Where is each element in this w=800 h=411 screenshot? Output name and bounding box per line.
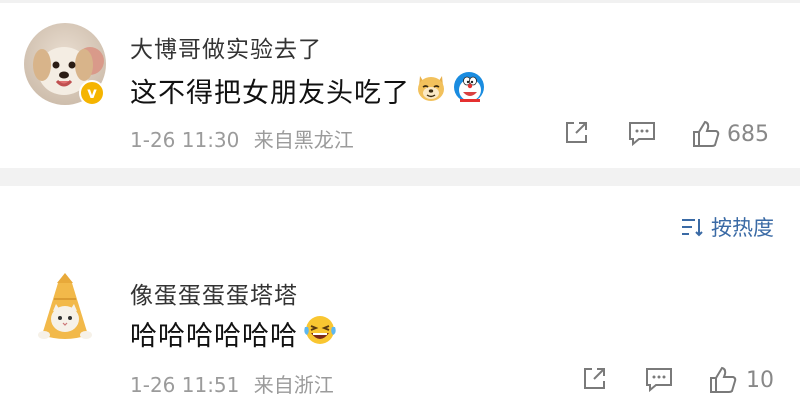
avatar[interactable] — [24, 269, 106, 351]
section-divider — [0, 168, 800, 186]
username[interactable]: 像蛋蛋蛋蛋塔塔 — [130, 276, 298, 310]
doge-emoji-icon — [414, 70, 448, 111]
comment-meta: 1-26 11:30 来自黑龙江 — [130, 124, 354, 153]
comment-item: v 大博哥做实验去了 这不得把女朋友头吃了 1-26 11:30 来自黑龙江 6… — [0, 0, 800, 168]
like-count: 685 — [727, 121, 769, 147]
comment-button[interactable] — [644, 365, 674, 393]
comment-icon — [629, 122, 655, 147]
share-icon — [566, 122, 587, 143]
share-button[interactable] — [562, 119, 590, 147]
thumbs-up-icon — [710, 366, 737, 393]
like-count: 10 — [746, 367, 774, 393]
share-button[interactable] — [580, 365, 608, 393]
comment-text-row: 这不得把女朋友头吃了 — [130, 70, 486, 111]
comment-text-row: 哈哈哈哈哈哈 — [130, 313, 338, 354]
sort-icon — [682, 219, 703, 237]
verified-badge: v — [79, 80, 105, 106]
like-button[interactable]: 685 — [691, 119, 769, 149]
like-button[interactable]: 10 — [708, 365, 774, 395]
comment-button[interactable] — [627, 119, 657, 147]
laugh-tears-emoji-icon — [302, 313, 338, 354]
comment-text: 哈哈哈哈哈哈 — [130, 321, 298, 352]
comment-item: 像蛋蛋蛋蛋塔塔 哈哈哈哈哈哈 1-26 11:51 来自浙江 10 — [0, 255, 800, 411]
comment-location: 来自黑龙江 — [253, 128, 354, 152]
comment-time: 1-26 11:30 — [130, 128, 240, 152]
thumbs-up-icon — [693, 120, 720, 147]
comment-icon — [646, 368, 672, 393]
comment-time: 1-26 11:51 — [130, 373, 240, 397]
comment-location: 来自浙江 — [253, 373, 334, 397]
comment-text: 这不得把女朋友头吃了 — [130, 78, 410, 109]
username[interactable]: 大博哥做实验去了 — [130, 30, 322, 64]
doraemon-emoji-icon — [452, 70, 486, 111]
sort-toggle[interactable]: 按热度 — [681, 212, 774, 242]
share-icon — [584, 368, 605, 389]
sort-label: 按热度 — [711, 216, 774, 240]
comment-meta: 1-26 11:51 来自浙江 — [130, 369, 334, 398]
